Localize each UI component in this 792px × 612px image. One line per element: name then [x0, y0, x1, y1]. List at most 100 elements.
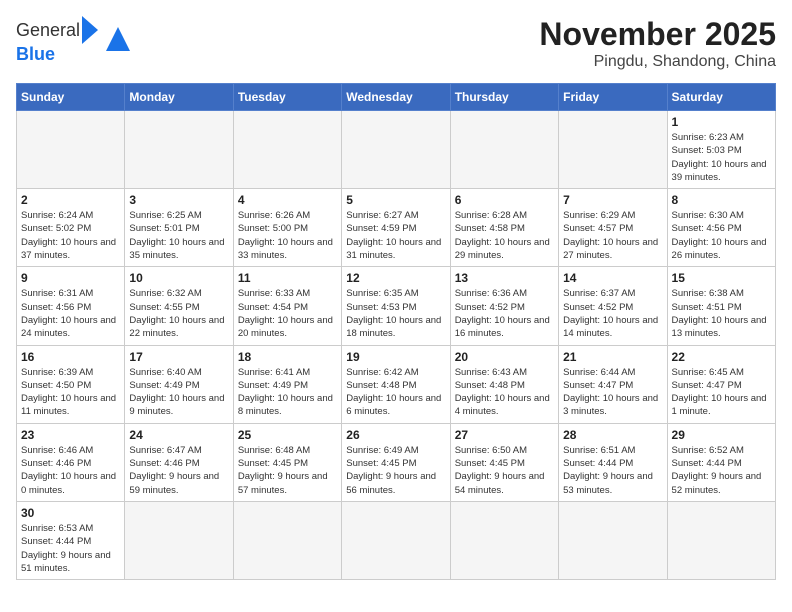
day-number: 27	[455, 428, 554, 442]
day-number: 11	[238, 271, 337, 285]
day-number: 7	[563, 193, 662, 207]
day-number: 4	[238, 193, 337, 207]
day-number: 10	[129, 271, 228, 285]
day-number: 3	[129, 193, 228, 207]
day-info: Sunrise: 6:27 AMSunset: 4:59 PMDaylight:…	[346, 209, 445, 262]
calendar-cell: 5 Sunrise: 6:27 AMSunset: 4:59 PMDaylight…	[342, 189, 450, 267]
day-number: 29	[672, 428, 771, 442]
calendar-cell: 9Sunrise: 6:31 AMSunset: 4:56 PMDaylight…	[17, 267, 125, 345]
day-number: 17	[129, 350, 228, 364]
logo-text-area: General Blue	[16, 16, 98, 65]
calendar-cell: 7 Sunrise: 6:29 AMSunset: 4:57 PMDaylight…	[559, 189, 667, 267]
day-number: 13	[455, 271, 554, 285]
day-info: Sunrise: 6:52 AMSunset: 4:44 PMDaylight:…	[672, 444, 771, 497]
calendar-cell: 25 Sunrise: 6:48 AMSunset: 4:45 PMDayligh…	[233, 423, 341, 501]
day-number: 6	[455, 193, 554, 207]
day-info: Sunrise: 6:32 AMSunset: 4:55 PMDaylight:…	[129, 287, 228, 340]
day-info: Sunrise: 6:29 AMSunset: 4:57 PMDaylight:…	[563, 209, 662, 262]
calendar-cell: 24 Sunrise: 6:47 AMSunset: 4:46 PMDayligh…	[125, 423, 233, 501]
calendar-cell	[559, 111, 667, 189]
calendar-cell: 17 Sunrise: 6:40 AMSunset: 4:49 PMDayligh…	[125, 345, 233, 423]
calendar-cell: 30 Sunrise: 6:53 AMSunset: 4:44 PMDayligh…	[17, 501, 125, 579]
day-number: 9	[21, 271, 120, 285]
calendar-cell: 19 Sunrise: 6:42 AMSunset: 4:48 PMDayligh…	[342, 345, 450, 423]
day-info: Sunrise: 6:44 AMSunset: 4:47 PMDaylight:…	[563, 366, 662, 419]
calendar-cell: 8 Sunrise: 6:30 AMSunset: 4:56 PMDaylight…	[667, 189, 775, 267]
calendar-cell	[125, 111, 233, 189]
day-info: Sunrise: 6:49 AMSunset: 4:45 PMDaylight:…	[346, 444, 445, 497]
day-number: 1	[672, 115, 771, 129]
calendar-cell: 3Sunrise: 6:25 AMSunset: 5:01 PMDaylight…	[125, 189, 233, 267]
day-info: Sunrise: 6:24 AMSunset: 5:02 PMDaylight:…	[21, 209, 120, 262]
col-header-tuesday: Tuesday	[233, 84, 341, 111]
day-number: 25	[238, 428, 337, 442]
calendar-cell: 20 Sunrise: 6:43 AMSunset: 4:48 PMDayligh…	[450, 345, 558, 423]
calendar-cell	[233, 111, 341, 189]
calendar-cell: 4Sunrise: 6:26 AMSunset: 5:00 PMDaylight…	[233, 189, 341, 267]
day-info: Sunrise: 6:35 AMSunset: 4:53 PMDaylight:…	[346, 287, 445, 340]
day-info: Sunrise: 6:47 AMSunset: 4:46 PMDaylight:…	[129, 444, 228, 497]
calendar-cell: 23 Sunrise: 6:46 AMSunset: 4:46 PMDayligh…	[17, 423, 125, 501]
calendar-subtitle: Pingdu, Shandong, China	[539, 53, 776, 71]
col-header-sunday: Sunday	[17, 84, 125, 111]
day-info: Sunrise: 6:43 AMSunset: 4:48 PMDaylight:…	[455, 366, 554, 419]
day-number: 20	[455, 350, 554, 364]
day-number: 2	[21, 193, 120, 207]
day-info: Sunrise: 6:28 AMSunset: 4:58 PMDaylight:…	[455, 209, 554, 262]
day-info: Sunrise: 6:37 AMSunset: 4:52 PMDaylight:…	[563, 287, 662, 340]
day-info: Sunrise: 6:42 AMSunset: 4:48 PMDaylight:…	[346, 366, 445, 419]
day-number: 12	[346, 271, 445, 285]
day-info: Sunrise: 6:46 AMSunset: 4:46 PMDaylight:…	[21, 444, 120, 497]
day-info: Sunrise: 6:51 AMSunset: 4:44 PMDaylight:…	[563, 444, 662, 497]
day-number: 16	[21, 350, 120, 364]
calendar-week-1: 1Sunrise: 6:23 AMSunset: 5:03 PMDaylight…	[17, 111, 776, 189]
logo-general: General	[16, 20, 80, 41]
logo: General Blue	[16, 16, 132, 65]
calendar-cell	[450, 501, 558, 579]
col-header-saturday: Saturday	[667, 84, 775, 111]
calendar-cell	[233, 501, 341, 579]
day-number: 19	[346, 350, 445, 364]
day-info: Sunrise: 6:50 AMSunset: 4:45 PMDaylight:…	[455, 444, 554, 497]
calendar-cell: 12 Sunrise: 6:35 AMSunset: 4:53 PMDayligh…	[342, 267, 450, 345]
calendar-cell: 10 Sunrise: 6:32 AMSunset: 4:55 PMDayligh…	[125, 267, 233, 345]
calendar-cell: 14 Sunrise: 6:37 AMSunset: 4:52 PMDayligh…	[559, 267, 667, 345]
title-area: November 2025 Pingdu, Shandong, China	[539, 16, 776, 71]
calendar-cell	[559, 501, 667, 579]
calendar-cell: 26 Sunrise: 6:49 AMSunset: 4:45 PMDayligh…	[342, 423, 450, 501]
day-number: 8	[672, 193, 771, 207]
logo-icon	[104, 25, 132, 58]
day-info: Sunrise: 6:48 AMSunset: 4:45 PMDaylight:…	[238, 444, 337, 497]
calendar-cell: 18Sunrise: 6:41 AMSunset: 4:49 PMDayligh…	[233, 345, 341, 423]
calendar-cell: 21 Sunrise: 6:44 AMSunset: 4:47 PMDayligh…	[559, 345, 667, 423]
day-number: 5	[346, 193, 445, 207]
day-info: Sunrise: 6:39 AMSunset: 4:50 PMDaylight:…	[21, 366, 120, 419]
calendar-week-2: 2 Sunrise: 6:24 AMSunset: 5:02 PMDaylight…	[17, 189, 776, 267]
day-number: 24	[129, 428, 228, 442]
day-info: Sunrise: 6:33 AMSunset: 4:54 PMDaylight:…	[238, 287, 337, 340]
day-info: Sunrise: 6:45 AMSunset: 4:47 PMDaylight:…	[672, 366, 771, 419]
day-number: 26	[346, 428, 445, 442]
calendar-cell: 29 Sunrise: 6:52 AMSunset: 4:44 PMDayligh…	[667, 423, 775, 501]
calendar-cell	[342, 501, 450, 579]
calendar-week-5: 23 Sunrise: 6:46 AMSunset: 4:46 PMDayligh…	[17, 423, 776, 501]
calendar-cell	[17, 111, 125, 189]
day-number: 21	[563, 350, 662, 364]
calendar-cell: 2 Sunrise: 6:24 AMSunset: 5:02 PMDaylight…	[17, 189, 125, 267]
day-number: 30	[21, 506, 120, 520]
calendar-cell: 15Sunrise: 6:38 AMSunset: 4:51 PMDayligh…	[667, 267, 775, 345]
day-info: Sunrise: 6:40 AMSunset: 4:49 PMDaylight:…	[129, 366, 228, 419]
calendar-week-3: 9Sunrise: 6:31 AMSunset: 4:56 PMDaylight…	[17, 267, 776, 345]
day-info: Sunrise: 6:53 AMSunset: 4:44 PMDaylight:…	[21, 522, 120, 575]
calendar-cell: 6 Sunrise: 6:28 AMSunset: 4:58 PMDaylight…	[450, 189, 558, 267]
day-number: 14	[563, 271, 662, 285]
day-number: 23	[21, 428, 120, 442]
calendar-cell: 28Sunrise: 6:51 AMSunset: 4:44 PMDayligh…	[559, 423, 667, 501]
calendar-cell: 11 Sunrise: 6:33 AMSunset: 4:54 PMDayligh…	[233, 267, 341, 345]
calendar-header-row: SundayMondayTuesdayWednesdayThursdayFrid…	[17, 84, 776, 111]
calendar-week-4: 16 Sunrise: 6:39 AMSunset: 4:50 PMDayligh…	[17, 345, 776, 423]
col-header-thursday: Thursday	[450, 84, 558, 111]
page-header: General Blue November 2025 Pingdu, Shand…	[16, 16, 776, 71]
calendar-cell: 27 Sunrise: 6:50 AMSunset: 4:45 PMDayligh…	[450, 423, 558, 501]
day-info: Sunrise: 6:30 AMSunset: 4:56 PMDaylight:…	[672, 209, 771, 262]
